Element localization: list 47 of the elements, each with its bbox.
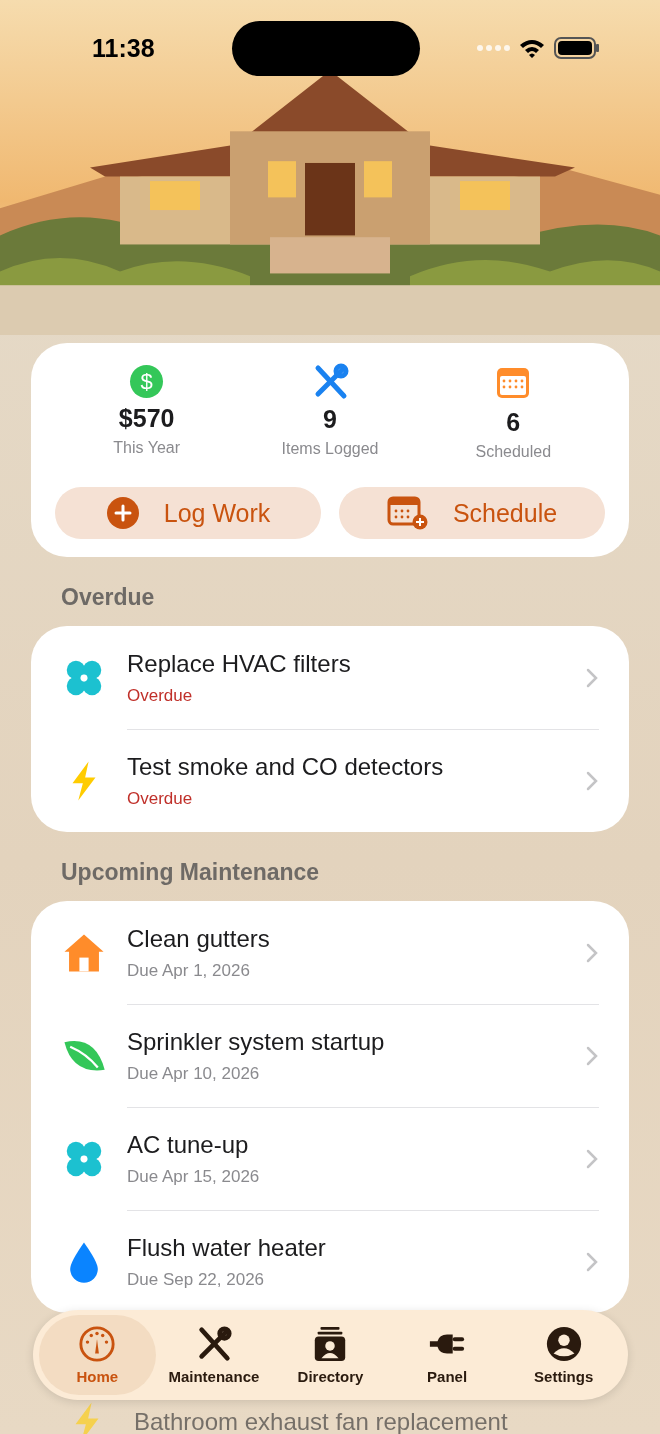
stat-label: Items Logged <box>281 440 379 458</box>
gauge-icon <box>78 1325 117 1363</box>
stat-value: 6 <box>506 408 521 437</box>
stat-value: 9 <box>323 405 337 434</box>
chevron-icon <box>585 769 599 792</box>
status-time: 11:38 <box>92 33 155 63</box>
calendar-add-icon <box>386 496 429 530</box>
log-work-button[interactable]: Log Work <box>55 487 321 539</box>
tab[interactable]: Settings <box>505 1315 622 1395</box>
task-row[interactable]: Clean gutters Due Apr 1, 2026 <box>31 901 629 1004</box>
tab[interactable]: Panel <box>388 1315 506 1395</box>
task-row[interactable]: Flush water heater Due Sep 22, 2026 <box>31 1210 629 1313</box>
task-row[interactable]: Replace HVAC filters Overdue <box>31 626 629 729</box>
chevron-icon <box>585 941 599 964</box>
stat-label: Scheduled <box>475 443 552 461</box>
task-title: Replace HVAC filters <box>127 649 352 678</box>
chevron-icon <box>585 1044 599 1067</box>
plus-icon <box>105 496 140 530</box>
dollar-icon: $ <box>130 365 164 398</box>
section-heading: Upcoming Maintenance <box>61 859 321 886</box>
signal-icon <box>476 44 510 52</box>
task-title: Flush water heater <box>127 1233 327 1262</box>
section-heading: Overdue <box>61 584 156 611</box>
task-title: Sprinkler system startup <box>127 1027 386 1056</box>
task-due: Overdue <box>127 788 194 809</box>
wifi-icon <box>518 38 546 58</box>
task-due: Due Apr 1, 2026 <box>127 960 251 981</box>
task-row[interactable]: Test smoke and CO detectors Overdue <box>31 729 629 832</box>
task-due: Due Sep 22, 2026 <box>127 1269 266 1290</box>
task-title: Test smoke and CO detectors <box>127 752 445 781</box>
task-title: AC tune-up <box>127 1130 250 1159</box>
battery-icon <box>554 37 600 59</box>
schedule-button[interactable]: Schedule <box>339 487 605 539</box>
task-row[interactable]: Sprinkler system startup Due Apr 10, 2026 <box>31 1004 629 1107</box>
profile-icon <box>544 1325 583 1363</box>
task-due: Due Apr 15, 2026 <box>127 1166 261 1187</box>
tab[interactable]: Directory <box>272 1315 389 1395</box>
stat-label: This Year <box>113 439 180 457</box>
task-due: Due Apr 10, 2026 <box>127 1063 261 1084</box>
tab[interactable]: Maintenance <box>155 1315 273 1395</box>
task-row[interactable]: AC tune-up Due Apr 15, 2026 <box>31 1107 629 1210</box>
chevron-icon <box>585 1147 599 1170</box>
chevron-icon <box>585 666 599 689</box>
task-due: Overdue <box>127 685 194 706</box>
chevron-icon <box>585 1250 599 1273</box>
task-title: Clean gutters <box>127 924 271 953</box>
stat-value: $570 <box>118 404 175 433</box>
